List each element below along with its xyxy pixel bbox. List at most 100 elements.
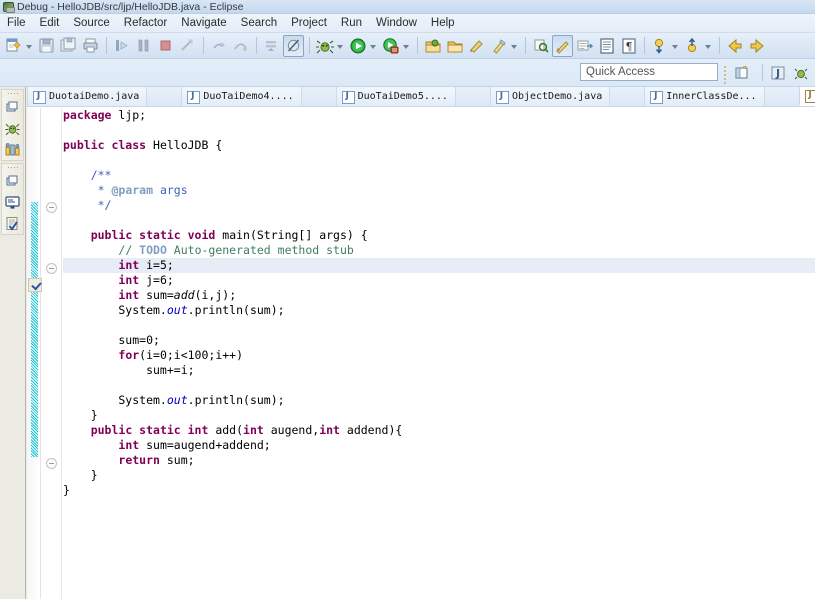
save-icon[interactable] xyxy=(36,35,57,57)
menubar: File Edit Source Refactor Navigate Searc… xyxy=(0,14,815,33)
fast-view-grip[interactable] xyxy=(2,90,23,97)
fast-view-group-console xyxy=(1,163,24,235)
window-title: Debug - HelloJDB/src/ljp/HelloJDB.java -… xyxy=(17,0,244,13)
open-perspective-icon[interactable] xyxy=(731,62,753,83)
fold-marker-javadoc[interactable] xyxy=(46,202,57,213)
editor-tab-duotaidemo5[interactable]: DuoTaiDemo5.... xyxy=(335,87,456,106)
menu-run[interactable]: Run xyxy=(334,15,369,31)
code-line: } xyxy=(63,483,70,497)
svg-text:J: J xyxy=(775,67,780,80)
debug-icon[interactable] xyxy=(314,35,335,57)
debug-perspective-icon[interactable] xyxy=(2,118,23,139)
perspective-debug-icon[interactable] xyxy=(790,62,812,83)
tasks-view-icon[interactable] xyxy=(2,213,23,234)
editor-tab-objectdemo[interactable]: ObjectDemo.java xyxy=(489,87,611,106)
svg-text:¶: ¶ xyxy=(625,40,632,53)
show-whitespace-icon[interactable]: ¶ xyxy=(618,35,639,57)
open-task-icon[interactable] xyxy=(444,35,465,57)
back-icon[interactable] xyxy=(724,35,745,57)
coverage-icon[interactable] xyxy=(380,35,401,57)
suspend-icon[interactable] xyxy=(133,35,154,57)
step-return-icon[interactable] xyxy=(208,35,229,57)
toggle-block-selection-icon[interactable] xyxy=(596,35,617,57)
terminate-icon[interactable] xyxy=(155,35,176,57)
editor-tab-duotaidemo4[interactable]: DuoTaiDemo4.... xyxy=(181,87,302,106)
step-into-icon[interactable] xyxy=(111,35,132,57)
step-over-icon[interactable] xyxy=(230,35,251,57)
source-code[interactable]: package ljp; public class HelloJDB { /**… xyxy=(63,108,815,498)
quick-access-placeholder: Quick Access xyxy=(586,66,656,78)
menu-refactor[interactable]: Refactor xyxy=(117,15,174,31)
debug-dropdown-arrow[interactable] xyxy=(336,35,345,57)
run-icon[interactable] xyxy=(347,35,368,57)
menu-help[interactable]: Help xyxy=(424,15,462,31)
java-file-icon xyxy=(495,90,509,104)
previous-annotation-dropdown-arrow[interactable] xyxy=(704,35,713,57)
change-bar xyxy=(31,202,38,457)
next-annotation-icon[interactable] xyxy=(649,35,670,57)
editor-code-pane[interactable]: package ljp; public class HelloJDB { /**… xyxy=(63,108,815,599)
editor-tab-innerclassdemo[interactable]: InnerClassDe... xyxy=(644,87,765,106)
print-icon[interactable] xyxy=(80,35,101,57)
menu-file[interactable]: File xyxy=(0,15,33,31)
save-all-icon[interactable] xyxy=(58,35,79,57)
code-line: public static int add(int augend,int add… xyxy=(90,423,403,437)
disconnect-icon[interactable] xyxy=(177,35,198,57)
code-line: } xyxy=(63,408,98,422)
drop-to-frame-icon[interactable] xyxy=(261,35,282,57)
task-marker-icon[interactable] xyxy=(28,278,42,292)
fold-marker-add-method[interactable] xyxy=(46,458,57,469)
perspective-java-icon[interactable]: J xyxy=(767,62,789,83)
variables-view-icon[interactable] xyxy=(2,139,23,160)
menu-source[interactable]: Source xyxy=(66,15,116,31)
new-java-package-icon[interactable] xyxy=(466,35,487,57)
restore-icon[interactable] xyxy=(2,171,23,192)
code-line: int j=6; xyxy=(118,273,174,287)
toolbar-separator xyxy=(417,37,418,54)
code-line: * @param args xyxy=(97,183,188,197)
editor-annotation-gutter[interactable] xyxy=(27,108,42,599)
java-file-icon xyxy=(187,90,201,104)
main-toolbar: ¶ xyxy=(0,33,815,59)
coverage-dropdown-arrow[interactable] xyxy=(402,35,411,57)
menu-project[interactable]: Project xyxy=(284,15,334,31)
search-icon[interactable] xyxy=(530,35,551,57)
toolbar-separator xyxy=(719,37,720,54)
fold-marker-main-method[interactable] xyxy=(46,263,57,274)
external-tools-dropdown-arrow[interactable] xyxy=(510,35,519,57)
tab-gap xyxy=(610,87,644,106)
skip-all-breakpoints-icon[interactable] xyxy=(283,34,304,57)
editor-tab-label: ObjectDemo.java xyxy=(511,91,603,102)
next-annotation-dropdown-arrow[interactable] xyxy=(671,35,680,57)
editor-tab-label: DuoTaiDemo4.... xyxy=(203,91,294,102)
new-wizard-icon[interactable] xyxy=(3,35,24,57)
external-tools-icon[interactable] xyxy=(488,35,509,57)
quick-access-input[interactable]: Quick Access xyxy=(580,63,718,81)
code-line: // TODO Auto-generated method stub xyxy=(118,243,354,257)
run-dropdown-arrow[interactable] xyxy=(369,35,378,57)
tab-gap xyxy=(147,87,181,106)
menu-navigate[interactable]: Navigate xyxy=(174,15,233,31)
menu-edit[interactable]: Edit xyxy=(33,15,67,31)
toolbar-drag-handle[interactable] xyxy=(724,64,728,84)
fast-view-grip[interactable] xyxy=(2,164,23,171)
forward-icon[interactable] xyxy=(746,35,767,57)
console-view-icon[interactable] xyxy=(2,192,23,213)
menu-search[interactable]: Search xyxy=(234,15,284,31)
previous-annotation-icon[interactable] xyxy=(682,35,703,57)
window-titlebar: Debug - HelloJDB/src/ljp/HelloJDB.java -… xyxy=(0,0,815,14)
editor-tab-duotaidemo[interactable]: DuotaiDemo.java xyxy=(27,87,148,106)
editor-area: DuotaiDemo.java DuoTaiDemo4.... DuoTaiDe… xyxy=(27,86,815,599)
pin-editor-icon[interactable] xyxy=(552,34,573,57)
restore-icon[interactable] xyxy=(2,97,23,118)
eclipse-debug-icon xyxy=(2,1,15,13)
editor-tab-hellojdb[interactable]: HelloJDB.j xyxy=(798,86,815,106)
perspective-separator xyxy=(762,64,763,81)
code-line: int sum=augend+addend; xyxy=(118,438,271,452)
open-type-icon[interactable] xyxy=(422,35,443,57)
new-dropdown-arrow[interactable] xyxy=(25,35,34,57)
editor-folding-column[interactable] xyxy=(42,108,62,599)
menu-window[interactable]: Window xyxy=(369,15,424,31)
toggle-mark-occurrences-icon[interactable] xyxy=(574,35,595,57)
java-file-icon xyxy=(804,89,815,103)
